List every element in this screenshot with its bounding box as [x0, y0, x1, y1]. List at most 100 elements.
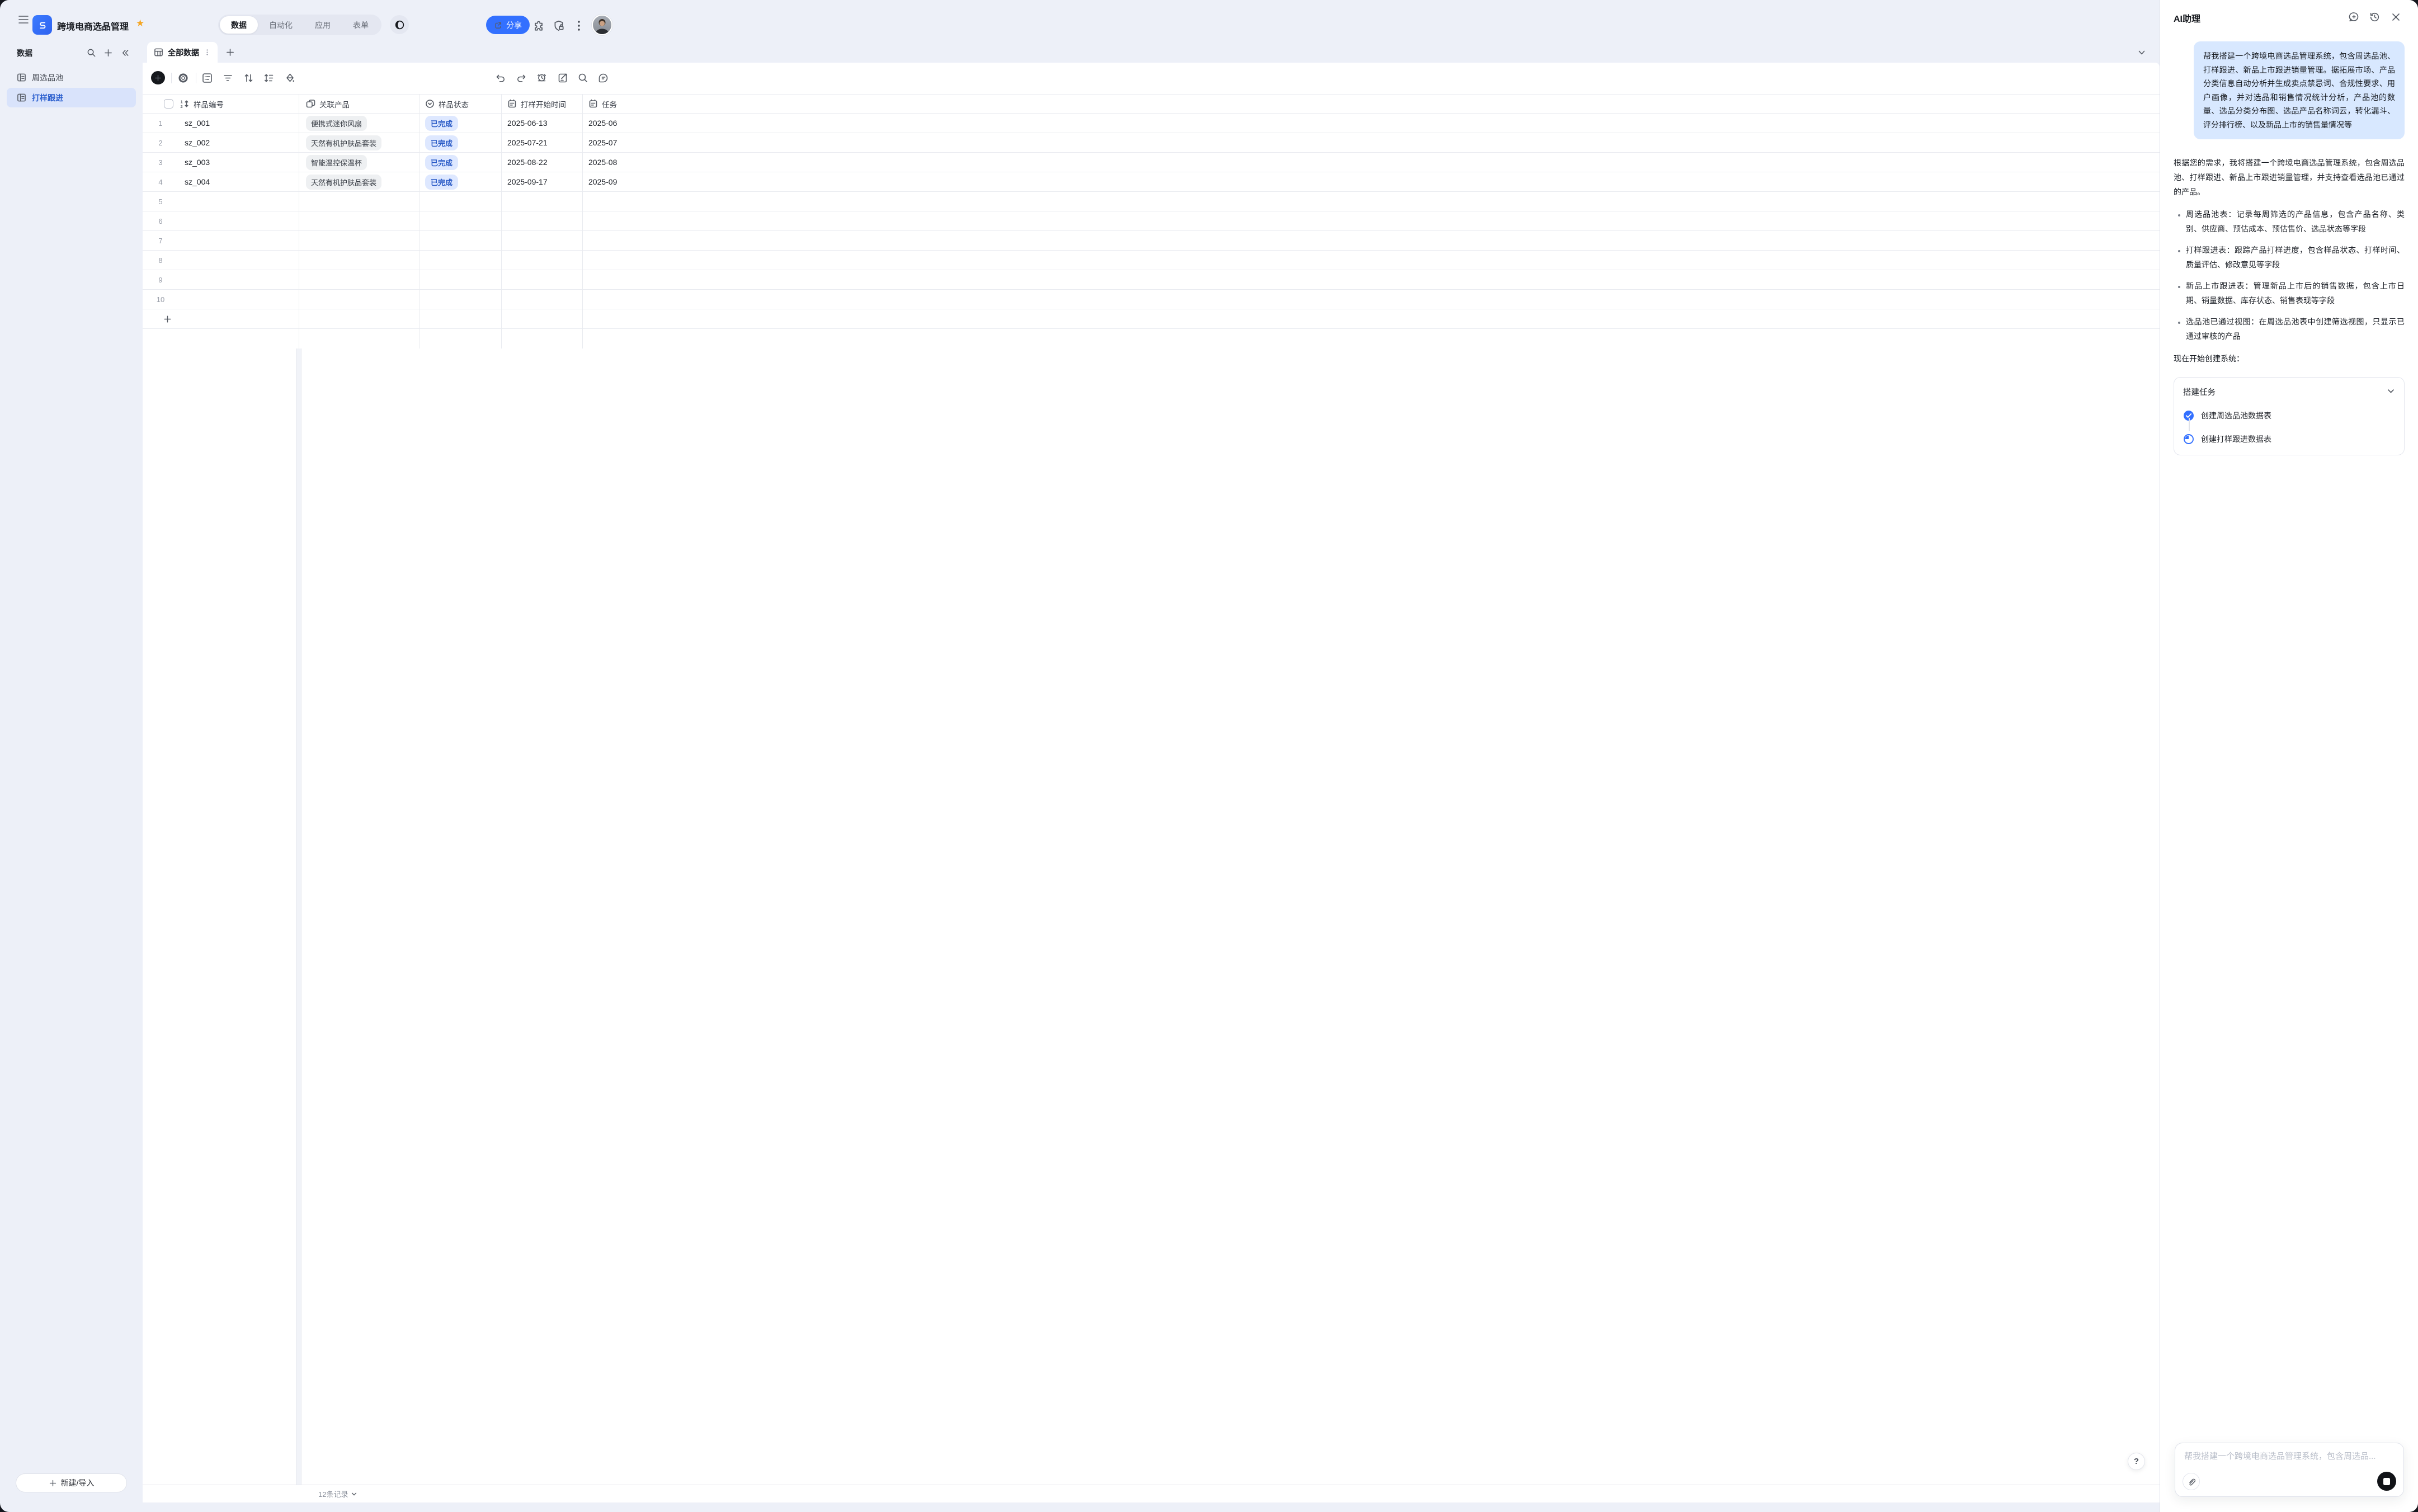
viewbar-chevron-down-icon[interactable] [2137, 48, 2146, 57]
due-date: 2025-08 [588, 158, 617, 167]
bullet-item: 选品池已通过视图：在周选品池表中创建筛选视图，只显示已通过审核的产品 [2186, 314, 2405, 343]
linked-product-tag[interactable]: 智能温控保温杯 [306, 155, 367, 170]
settings-gear-icon[interactable] [177, 72, 189, 84]
sample-id: sz_003 [185, 158, 210, 167]
tab-data[interactable]: 数据 [220, 16, 258, 34]
fill-color-icon[interactable] [284, 72, 296, 84]
due-date: 2025-06 [588, 119, 617, 128]
app-logo-icon [32, 15, 52, 35]
edit-record-icon[interactable] [557, 72, 569, 84]
linked-product-tag[interactable]: 天然有机护肤品套装 [306, 175, 381, 190]
view-tab-all-data[interactable]: 全部数据 [147, 42, 218, 63]
user-avatar[interactable] [592, 15, 612, 35]
column-header[interactable]: 关联产品 [319, 98, 350, 110]
table-row-empty[interactable]: 9 [143, 270, 2160, 290]
table-row-empty[interactable]: 10 [143, 290, 2160, 309]
grid-view-icon [154, 48, 163, 57]
new-chat-icon[interactable] [2348, 11, 2360, 23]
start-date: 2025-06-13 [507, 119, 548, 128]
sample-id: sz_004 [185, 177, 210, 186]
theme-toggle-icon[interactable] [390, 15, 409, 34]
row-number: 6 [143, 217, 178, 225]
table-row[interactable]: 4sz_004 天然有机护肤品套装 已完成 2025-09-17 2025-09 [143, 172, 2160, 192]
chat-input-card [2175, 1443, 2404, 1497]
new-import-button[interactable]: 新建/导入 [16, 1473, 127, 1492]
table-row-empty[interactable]: 8 [143, 251, 2160, 270]
help-button[interactable]: ? [2128, 1453, 2145, 1470]
add-view-icon[interactable] [225, 48, 235, 57]
add-record-button[interactable] [151, 71, 165, 84]
status-badge[interactable]: 已完成 [425, 116, 458, 131]
row-number: 9 [143, 276, 178, 284]
task-card-title: 搭建任务 [2183, 386, 2395, 398]
favorite-star-icon[interactable]: ★ [136, 18, 144, 29]
tab-form[interactable]: 表单 [342, 16, 380, 34]
due-date: 2025-09 [588, 177, 617, 186]
add-row[interactable] [143, 309, 2160, 329]
row-number: 10 [143, 295, 178, 304]
sidebar-item-weekly-pool[interactable]: 周选品池 [7, 68, 136, 87]
redo-icon[interactable] [516, 72, 527, 84]
permissions-shield-icon[interactable] [553, 20, 565, 32]
view-tab-label: 全部数据 [168, 47, 199, 58]
table-row[interactable]: 3sz_003 智能温控保温杯 已完成 2025-08-22 2025-08 [143, 153, 2160, 172]
user-message-bubble: 帮我搭建一个跨境电商选品管理系统，包含周选品池、打样跟进、新品上市跟进销量管理。… [2194, 41, 2405, 139]
sidebar-search-icon[interactable] [87, 48, 96, 58]
table-row-empty[interactable]: 7 [143, 231, 2160, 251]
table-area: 12 样品编号 关联产品 样品状态 打样开始时间 任务 [143, 63, 2160, 1502]
bullet-item: 打样跟进表：跟踪产品打样进度，包含样品状态、打样时间、质量评估、修改意见等字段 [2186, 243, 2405, 272]
table-row-empty[interactable]: 5 [143, 192, 2160, 211]
auto-number-icon: 12 [180, 99, 190, 109]
sidebar-item-sampling[interactable]: 打样跟进 [7, 88, 136, 107]
tab-automation[interactable]: 自动化 [258, 16, 304, 34]
tab-app[interactable]: 应用 [304, 16, 342, 34]
sidebar-collapse-icon[interactable] [120, 48, 130, 58]
table-row[interactable]: 2sz_002 天然有机护肤品套装 已完成 2025-07-21 2025-07 [143, 133, 2160, 153]
table-search-icon[interactable] [577, 72, 589, 84]
extensions-puzzle-icon[interactable] [532, 20, 545, 32]
linked-product-tag[interactable]: 便携式迷你风扇 [306, 116, 367, 131]
row-number: 2 [143, 139, 178, 147]
column-header[interactable]: 样品编号 [194, 98, 224, 110]
select-all-checkbox[interactable] [164, 99, 173, 109]
record-count-toggle[interactable]: 12条记录 [318, 1489, 357, 1499]
ai-reply-intro: 根据您的需求，我将搭建一个跨境电商选品管理系统，包含周选品池、打样跟进、新品上市… [2174, 156, 2405, 199]
bullet-item: 新品上市跟进表：管理新品上市后的销售数据，包含上市日期、销量数据、库存状态、销售… [2186, 279, 2405, 308]
row-height-icon[interactable] [263, 72, 275, 84]
chat-input[interactable] [2184, 1450, 2395, 1472]
view-tab-bar: 全部数据 [143, 42, 2160, 63]
chat-scroll-area[interactable]: 帮我搭建一个跨境电商选品管理系统，包含周选品池、打样跟进、新品上市跟进销量管理。… [2160, 32, 2418, 1440]
task-label: 创建周选品池数据表 [2201, 410, 2271, 421]
app-window: 跨境电商选品管理 ★ 数据 自动化 应用 表单 分享 数据 [0, 0, 2418, 1512]
table-row-empty[interactable]: 6 [143, 211, 2160, 231]
column-header[interactable]: 打样开始时间 [521, 98, 566, 110]
attachment-paperclip-icon[interactable] [2183, 1473, 2200, 1490]
field-config-icon[interactable] [201, 72, 213, 84]
status-badge[interactable]: 已完成 [425, 155, 458, 170]
filter-icon[interactable] [222, 72, 234, 84]
comment-icon[interactable] [597, 72, 609, 84]
undo-icon[interactable] [494, 72, 506, 84]
table-row[interactable]: 1sz_001 便携式迷你风扇 已完成 2025-06-13 2025-06 [143, 114, 2160, 133]
linked-product-tag[interactable]: 天然有机护肤品套装 [306, 135, 381, 150]
stop-generating-button[interactable] [2377, 1472, 2396, 1491]
status-badge[interactable]: 已完成 [425, 175, 458, 190]
close-icon[interactable] [2390, 11, 2402, 23]
ai-reply-bullets: 周选品池表：记录每周筛选的产品信息，包含产品名称、类别、供应商、预估成本、预估售… [2174, 207, 2405, 343]
record-count-bar: 12条记录 [143, 1485, 2160, 1502]
column-header[interactable]: 任务 [602, 98, 617, 110]
row-number: 3 [143, 158, 178, 167]
reminder-clock-icon[interactable] [536, 72, 548, 84]
share-button[interactable]: 分享 [486, 16, 530, 34]
sidebar-add-icon[interactable] [103, 48, 113, 58]
view-kebab-icon[interactable] [204, 49, 211, 56]
column-header[interactable]: 样品状态 [439, 98, 469, 110]
task-collapse-chevron-icon[interactable] [2387, 387, 2395, 395]
add-row-plus-icon[interactable] [163, 314, 172, 324]
status-badge[interactable]: 已完成 [425, 135, 458, 150]
history-icon[interactable] [2369, 11, 2381, 23]
grid-header-row: 12 样品编号 关联产品 样品状态 打样开始时间 任务 [143, 94, 2160, 114]
sort-icon[interactable] [243, 72, 254, 84]
more-kebab-icon[interactable] [574, 20, 584, 32]
hamburger-menu-icon[interactable] [18, 15, 29, 25]
